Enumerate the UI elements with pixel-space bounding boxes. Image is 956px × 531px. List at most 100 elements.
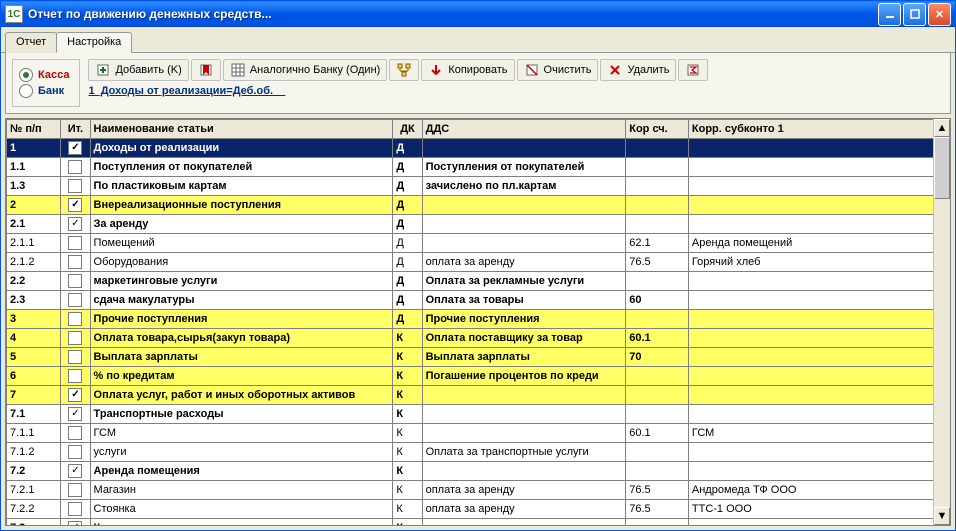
col-np[interactable]: № п/п: [7, 120, 61, 139]
cell-sub[interactable]: [688, 291, 949, 310]
cell-name[interactable]: Стоянка: [90, 500, 393, 519]
cell-dds[interactable]: оплата за аренду: [422, 481, 626, 500]
cell-name[interactable]: % по кредитам: [90, 367, 393, 386]
cell-it[interactable]: [61, 462, 90, 481]
cell-dds[interactable]: Оплата поставщику за товар: [422, 329, 626, 348]
cell-ks[interactable]: 60.1: [626, 424, 689, 443]
cell-dk[interactable]: К: [393, 329, 422, 348]
cell-sub[interactable]: [688, 310, 949, 329]
checkbox-icon[interactable]: [68, 426, 82, 440]
cell-ks[interactable]: [626, 443, 689, 462]
cell-name[interactable]: Транспортные расходы: [90, 405, 393, 424]
cell-ks[interactable]: [626, 367, 689, 386]
cell-it[interactable]: [61, 272, 90, 291]
cell-name[interactable]: Аренда помещения: [90, 462, 393, 481]
cell-ks[interactable]: [626, 196, 689, 215]
cell-sub[interactable]: [688, 158, 949, 177]
cell-it[interactable]: [61, 291, 90, 310]
cell-dk[interactable]: К: [393, 462, 422, 481]
cell-np[interactable]: 7: [7, 386, 61, 405]
col-sub[interactable]: Корр. субконто 1: [688, 120, 949, 139]
cell-ks[interactable]: [626, 310, 689, 329]
cell-dds[interactable]: оплата за аренду: [422, 500, 626, 519]
table-row[interactable]: 2.3сдача макулатурыДОплата за товары60: [7, 291, 950, 310]
cell-name[interactable]: Поступления от покупателей: [90, 158, 393, 177]
radio-kassa[interactable]: Касса: [19, 68, 69, 82]
cell-it[interactable]: [61, 348, 90, 367]
cell-dk[interactable]: Д: [393, 291, 422, 310]
checkbox-icon[interactable]: [68, 274, 82, 288]
cell-ks[interactable]: [626, 177, 689, 196]
cell-dk[interactable]: Д: [393, 196, 422, 215]
cell-it[interactable]: [61, 158, 90, 177]
cell-sub[interactable]: Андромеда ТФ ООО: [688, 481, 949, 500]
col-ks[interactable]: Кор сч.: [626, 120, 689, 139]
cell-it[interactable]: [61, 177, 90, 196]
cell-dds[interactable]: Поступления от покупателей: [422, 158, 626, 177]
cell-sub[interactable]: [688, 215, 949, 234]
cell-it[interactable]: [61, 481, 90, 500]
checkbox-icon[interactable]: [68, 293, 82, 307]
col-dk[interactable]: ДК: [393, 120, 422, 139]
cell-ks[interactable]: 60.1: [626, 329, 689, 348]
cell-dk[interactable]: Д: [393, 177, 422, 196]
cell-ks[interactable]: [626, 158, 689, 177]
tab-settings[interactable]: Настройка: [56, 32, 132, 53]
cell-ks[interactable]: [626, 139, 689, 158]
cell-dk[interactable]: К: [393, 500, 422, 519]
cell-ks[interactable]: [626, 519, 689, 527]
table-row[interactable]: 1Доходы от реализацииД: [7, 139, 950, 158]
cell-name[interactable]: За аренду: [90, 215, 393, 234]
cell-np[interactable]: 1.1: [7, 158, 61, 177]
table-row[interactable]: 1.3По пластиковым картамДзачислено по пл…: [7, 177, 950, 196]
cell-name[interactable]: Оборудования: [90, 253, 393, 272]
cell-dk[interactable]: Д: [393, 158, 422, 177]
checkbox-icon[interactable]: [68, 350, 82, 364]
cell-np[interactable]: 7.1.2: [7, 443, 61, 462]
col-dds[interactable]: ДДС: [422, 120, 626, 139]
cell-dds[interactable]: Погашение процентов по креди: [422, 367, 626, 386]
cell-np[interactable]: 7.1.1: [7, 424, 61, 443]
cell-sub[interactable]: [688, 196, 949, 215]
cell-np[interactable]: 2.2: [7, 272, 61, 291]
table-row[interactable]: 4Оплата товара,сырья(закуп товара)КОплат…: [7, 329, 950, 348]
tool-extra-3[interactable]: [678, 59, 708, 81]
cell-sub[interactable]: [688, 405, 949, 424]
cell-dds[interactable]: Прочие поступления: [422, 310, 626, 329]
cell-sub[interactable]: [688, 519, 949, 527]
cell-np[interactable]: 2.1.1: [7, 234, 61, 253]
cell-dds[interactable]: Оплата за товары: [422, 291, 626, 310]
copy-button[interactable]: Копировать: [421, 59, 514, 81]
cell-np[interactable]: 2.1.2: [7, 253, 61, 272]
cell-np[interactable]: 7.2.1: [7, 481, 61, 500]
vertical-scrollbar[interactable]: ▲ ▼: [933, 119, 950, 525]
cell-dds[interactable]: [422, 519, 626, 527]
checkbox-icon[interactable]: [68, 445, 82, 459]
cell-np[interactable]: 3: [7, 310, 61, 329]
cell-it[interactable]: [61, 500, 90, 519]
clear-button[interactable]: Очистить: [517, 59, 599, 81]
cell-sub[interactable]: [688, 367, 949, 386]
checkbox-icon[interactable]: [68, 483, 82, 497]
articles-grid[interactable]: № п/п Ит. Наименование статьи ДК ДДС Кор…: [6, 119, 950, 526]
cell-ks[interactable]: [626, 272, 689, 291]
add-button[interactable]: Добавить (K): [88, 59, 188, 81]
cell-dds[interactable]: [422, 462, 626, 481]
cell-sub[interactable]: ГСМ: [688, 424, 949, 443]
cell-sub[interactable]: [688, 139, 949, 158]
cell-np[interactable]: 7.2: [7, 462, 61, 481]
checkbox-icon[interactable]: [68, 312, 82, 326]
table-row[interactable]: 7.2.1МагазинКоплата за аренду76.5Андроме…: [7, 481, 950, 500]
cell-it[interactable]: [61, 405, 90, 424]
delete-button[interactable]: Удалить: [600, 59, 676, 81]
cell-dds[interactable]: оплата за аренду: [422, 253, 626, 272]
cell-np[interactable]: 5: [7, 348, 61, 367]
cell-it[interactable]: [61, 329, 90, 348]
cell-it[interactable]: [61, 367, 90, 386]
cell-np[interactable]: 6: [7, 367, 61, 386]
table-row[interactable]: 7.2 Аренда помещенияК: [7, 462, 950, 481]
cell-it[interactable]: [61, 139, 90, 158]
cell-dk[interactable]: Д: [393, 139, 422, 158]
cell-ks[interactable]: [626, 386, 689, 405]
cell-sub[interactable]: [688, 443, 949, 462]
